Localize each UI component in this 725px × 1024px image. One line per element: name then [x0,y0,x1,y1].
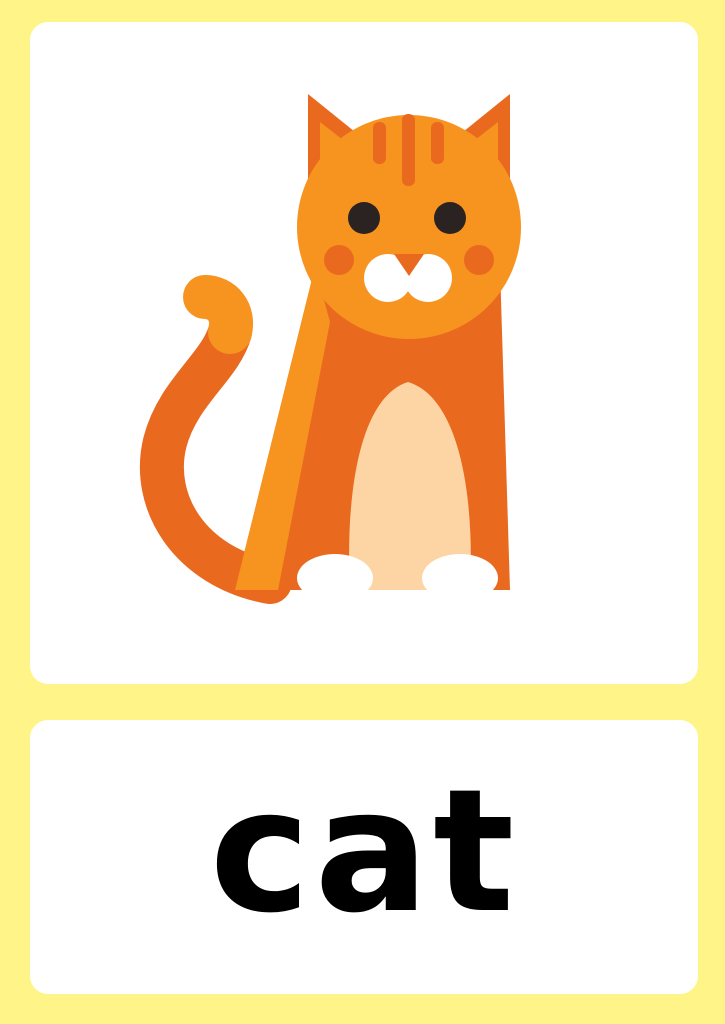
word-card: cat [30,720,698,994]
flashcard-word: cat [209,753,519,951]
illustration-card [30,22,698,684]
cat-icon [139,94,521,604]
